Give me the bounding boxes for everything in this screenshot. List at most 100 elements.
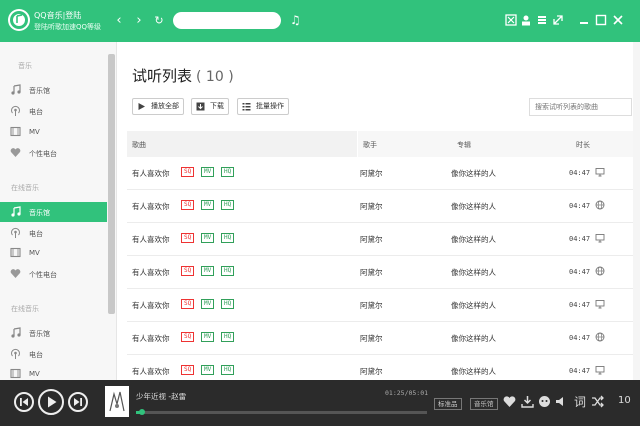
column-header-song[interactable]: 歌曲 [132, 140, 146, 150]
album-name[interactable]: 像你这样的人 [451, 333, 496, 344]
album-name[interactable]: 像你这样的人 [451, 366, 496, 377]
lyrics-button[interactable]: 词 [574, 393, 586, 410]
now-playing-title[interactable]: 少年近视 -赵雷 [136, 391, 186, 402]
album-name[interactable]: 像你这样的人 [451, 168, 496, 179]
album-cover[interactable] [105, 386, 129, 417]
hq-badge[interactable]: HQ [221, 233, 235, 243]
album-name[interactable]: 像你这样的人 [451, 267, 496, 278]
minimize-icon[interactable] [578, 14, 590, 26]
menu-icon[interactable] [536, 14, 548, 26]
monitor-icon[interactable] [595, 167, 605, 177]
sidebar-item-mv[interactable]: MV [0, 243, 107, 263]
song-title[interactable]: 有人喜欢你 [132, 366, 170, 377]
mv-badge[interactable]: MV [201, 233, 215, 243]
close-icon[interactable] [612, 14, 624, 26]
globe-icon[interactable] [595, 332, 605, 342]
comment-icon[interactable] [538, 395, 551, 408]
singer-name[interactable]: 阿黛尔 [360, 333, 383, 344]
sq-badge[interactable]: SQ [181, 167, 195, 177]
song-title[interactable]: 有人喜欢你 [132, 300, 170, 311]
singer-name[interactable]: 阿黛尔 [360, 366, 383, 377]
hq-badge[interactable]: HQ [221, 299, 235, 309]
globe-icon[interactable] [595, 266, 605, 276]
progress-knob[interactable] [138, 409, 145, 415]
table-row[interactable]: 有人喜欢你 SQ MV HQ 阿黛尔 像你这样的人 04:47 [127, 355, 640, 380]
mv-badge[interactable]: MV [201, 365, 215, 375]
singer-name[interactable]: 阿黛尔 [360, 168, 383, 179]
sidebar-item-music-hall[interactable]: 音乐馆 [0, 323, 107, 343]
album-name[interactable]: 像你这样的人 [451, 300, 496, 311]
monitor-icon[interactable] [595, 365, 605, 375]
table-row[interactable]: 有人喜欢你 SQ MV HQ 阿黛尔 像你这样的人 04:47 [127, 223, 640, 256]
play-all-button[interactable]: 播放全部 [132, 98, 184, 115]
sound-effect-button[interactable]: 音乐馆 [470, 398, 498, 410]
hq-badge[interactable]: HQ [221, 365, 235, 375]
sidebar-item-personal-radio[interactable]: 个性电台 [0, 264, 107, 284]
back-icon[interactable]: ‹ [112, 13, 126, 29]
table-row[interactable]: 有人喜欢你 SQ MV HQ 阿黛尔 像你这样的人 04:47 [127, 289, 640, 322]
table-row[interactable]: 有人喜欢你 SQ MV HQ 阿黛尔 像你这样的人 04:47 [127, 322, 640, 355]
sidebar-item-personal-radio[interactable]: 个性电台 [0, 143, 107, 163]
table-row[interactable]: 有人喜欢你 SQ MV HQ 阿黛尔 像你这样的人 04:47 [127, 157, 640, 190]
volume-icon[interactable] [555, 395, 568, 408]
song-title[interactable]: 有人喜欢你 [132, 234, 170, 245]
forward-icon[interactable]: › [132, 13, 146, 29]
sidebar-item-music-hall-active[interactable]: 音乐馆 [0, 202, 107, 222]
download-icon[interactable] [521, 395, 534, 408]
play-button[interactable] [38, 389, 64, 415]
playlist-count[interactable]: 10 [618, 395, 631, 406]
song-title[interactable]: 有人喜欢你 [132, 333, 170, 344]
hq-badge[interactable]: HQ [221, 200, 235, 210]
progress-bar[interactable] [136, 409, 427, 415]
mv-badge[interactable]: MV [201, 332, 215, 342]
mv-badge[interactable]: MV [201, 167, 215, 177]
sq-badge[interactable]: SQ [181, 200, 195, 210]
login-title[interactable]: QQ音乐|登陆 [34, 10, 81, 21]
hq-badge[interactable]: HQ [221, 167, 235, 177]
sq-badge[interactable]: SQ [181, 365, 195, 375]
monitor-icon[interactable] [595, 233, 605, 243]
list-scrollbar[interactable] [633, 42, 640, 380]
music-recognition-icon[interactable]: ♫ [290, 13, 301, 27]
quality-button[interactable]: 标准品 [434, 398, 462, 410]
shuffle-icon[interactable] [591, 395, 604, 408]
sq-badge[interactable]: SQ [181, 233, 195, 243]
sidebar-item-mv[interactable]: MV [0, 364, 107, 380]
singer-name[interactable]: 阿黛尔 [360, 201, 383, 212]
song-title[interactable]: 有人喜欢你 [132, 201, 170, 212]
sidebar-scrollbar[interactable] [108, 54, 115, 314]
globe-icon[interactable] [595, 200, 605, 210]
maximize-icon[interactable] [595, 14, 607, 26]
album-name[interactable]: 像你这样的人 [451, 234, 496, 245]
mv-badge[interactable]: MV [201, 299, 215, 309]
sidebar-item-music-hall[interactable]: 音乐馆 [0, 80, 107, 100]
singer-name[interactable]: 阿黛尔 [360, 234, 383, 245]
sidebar-item-radio[interactable]: 电台 [0, 223, 107, 243]
sidebar-item-radio[interactable]: 电台 [0, 101, 107, 121]
hq-badge[interactable]: HQ [221, 332, 235, 342]
monitor-icon[interactable] [595, 299, 605, 309]
album-name[interactable]: 像你这样的人 [451, 201, 496, 212]
table-row[interactable]: 有人喜欢你 SQ MV HQ 阿黛尔 像你这样的人 04:47 [127, 190, 640, 223]
column-header-duration[interactable]: 时长 [576, 140, 590, 150]
column-header-album[interactable]: 专辑 [457, 140, 471, 150]
sq-badge[interactable]: SQ [181, 299, 195, 309]
sidebar-item-radio[interactable]: 电台 [0, 344, 107, 364]
qq-music-logo-icon[interactable] [8, 9, 30, 31]
skin-icon[interactable] [505, 14, 517, 26]
singer-name[interactable]: 阿黛尔 [360, 300, 383, 311]
sq-badge[interactable]: SQ [181, 266, 195, 276]
sq-badge[interactable]: SQ [181, 332, 195, 342]
sidebar-item-mv[interactable]: MV [0, 122, 107, 142]
previous-button[interactable] [14, 392, 34, 412]
mini-mode-icon[interactable] [552, 14, 564, 26]
singer-name[interactable]: 阿黛尔 [360, 267, 383, 278]
mv-badge[interactable]: MV [201, 200, 215, 210]
favorite-icon[interactable] [503, 395, 516, 408]
user-icon[interactable] [520, 14, 532, 26]
playlist-search-input[interactable] [529, 98, 632, 116]
table-row[interactable]: 有人喜欢你 SQ MV HQ 阿黛尔 像你这样的人 04:47 [127, 256, 640, 289]
hq-badge[interactable]: HQ [221, 266, 235, 276]
mv-badge[interactable]: MV [201, 266, 215, 276]
song-title[interactable]: 有人喜欢你 [132, 168, 170, 179]
